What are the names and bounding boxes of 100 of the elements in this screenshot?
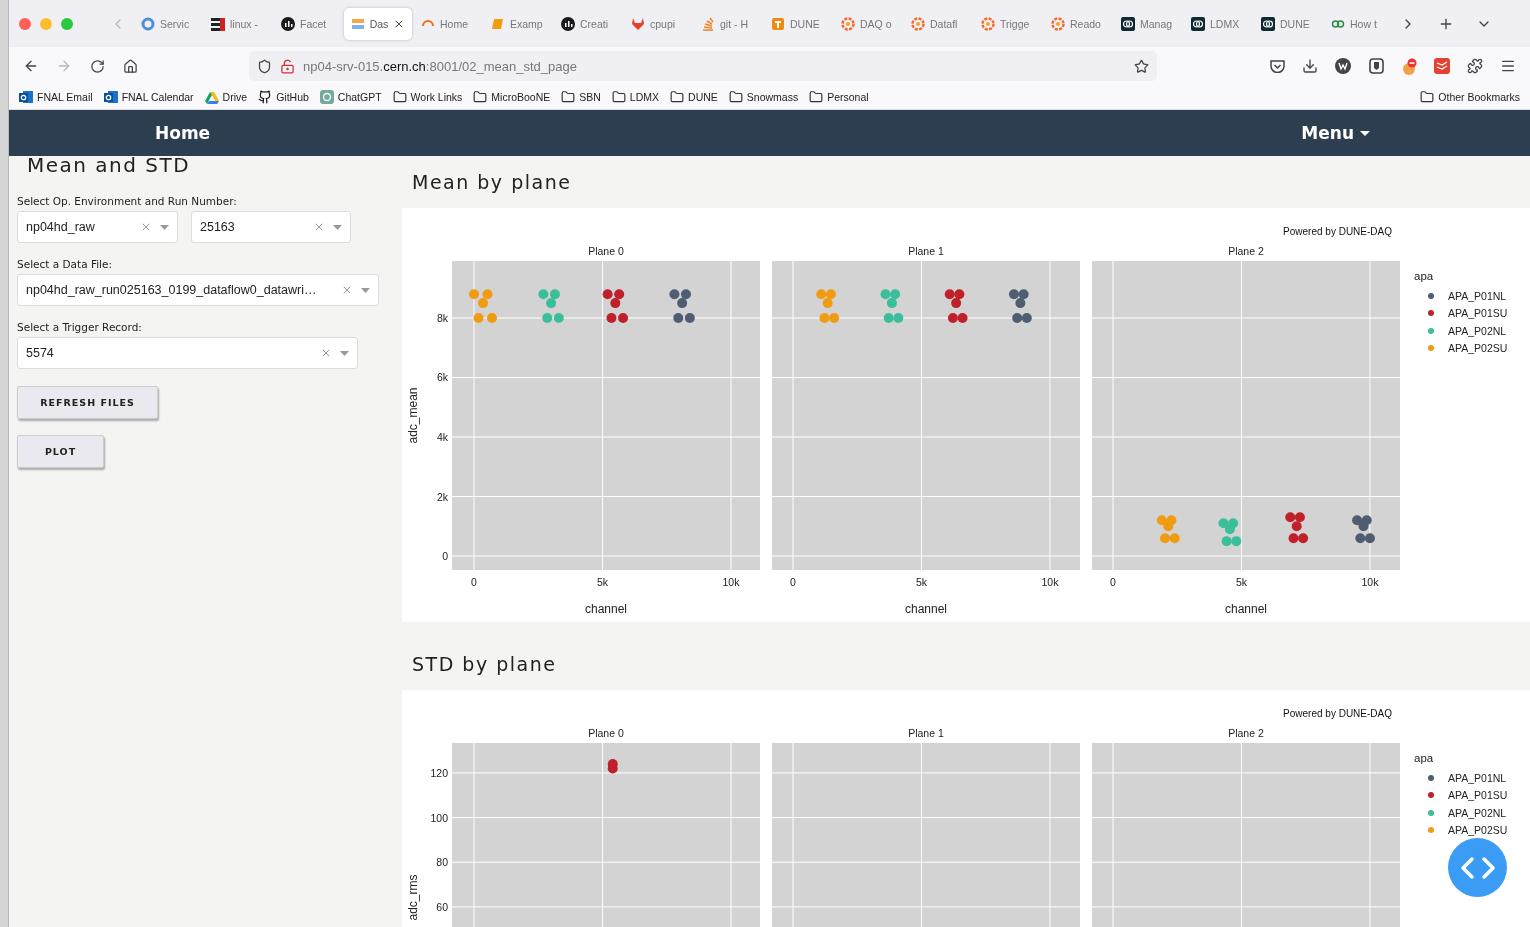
environment-select[interactable]: np04hd_raw	[17, 211, 178, 243]
field-label: Select a Trigger Record:	[17, 321, 143, 333]
browser-tab[interactable]: linux -	[204, 7, 272, 40]
bookmark-link[interactable]: GitHub	[258, 90, 309, 104]
browser-tab[interactable]: DAQ o	[834, 7, 902, 40]
browser-tab[interactable]: LDMX	[1184, 7, 1252, 40]
mail-icon	[103, 90, 118, 104]
puzzle-icon[interactable]	[1467, 58, 1483, 74]
refresh-files-button[interactable]: REFRESH FILES	[17, 386, 158, 419]
close-icon[interactable]	[393, 17, 405, 30]
pocket-icon[interactable]	[1269, 59, 1285, 73]
browser-tab[interactable]: Servic	[134, 7, 202, 40]
reload-icon[interactable]	[89, 58, 105, 74]
legend-label: APA_P01SU	[1448, 307, 1508, 320]
bookmark-link[interactable]: MicroBooNE	[473, 90, 551, 104]
swirl-icon	[1261, 16, 1275, 31]
tick-label: 0	[442, 550, 448, 562]
browser-tab[interactable]: Examp	[484, 7, 552, 40]
tick-label: 5k	[596, 576, 609, 588]
clear-icon[interactable]	[341, 284, 353, 296]
chart-icon	[561, 16, 575, 31]
facet-title: Plane 0	[588, 727, 624, 739]
legend-label: APA_P02NL	[1448, 324, 1507, 337]
browser-tab[interactable]: Home	[414, 7, 482, 40]
browser-tab[interactable]: Creati	[554, 7, 622, 40]
gear-icon	[981, 16, 995, 31]
clear-icon[interactable]	[313, 221, 325, 233]
caret-icon	[1360, 130, 1370, 136]
circle-icon[interactable]	[1335, 58, 1351, 74]
file-select[interactable]: np04hd_raw_run025163_0199_dataflow0_datawri…	[17, 274, 379, 306]
clear-icon[interactable]	[140, 221, 152, 233]
caret-icon[interactable]	[340, 350, 349, 356]
bookmark-link[interactable]: FNAL Email	[19, 90, 93, 104]
axis-title: channel	[585, 602, 627, 615]
run-select[interactable]: 25163	[191, 211, 351, 243]
bookmark-link[interactable]: Work Links	[392, 90, 463, 104]
bookmark-link[interactable]: DUNE	[670, 90, 718, 104]
browser-tab[interactable]: Trigge	[974, 7, 1042, 40]
browser-tab[interactable]: Manag	[1114, 7, 1182, 40]
tick-label: 8k	[436, 312, 448, 324]
folder-icon	[473, 90, 488, 104]
axis-title: channel	[1225, 602, 1267, 615]
shield-icon[interactable]	[257, 58, 272, 74]
gear-icon	[841, 16, 855, 31]
tick-label: 0	[1110, 576, 1116, 588]
bookmark-link[interactable]: LDMX	[611, 90, 660, 104]
browser-tab[interactable]: Datafl	[904, 7, 972, 40]
mail-icon	[19, 90, 33, 104]
tick-label: 80	[436, 856, 448, 869]
browser-tab[interactable]: cpupi	[624, 7, 692, 40]
chart-icon	[281, 16, 295, 31]
star-icon[interactable]	[1134, 58, 1149, 74]
clear-icon[interactable]	[320, 347, 332, 359]
browser-tab[interactable]: git - H	[694, 7, 762, 40]
fox-icon	[631, 16, 645, 31]
address-field[interactable]: np04-srv-015.cern.ch:8001/02_mean_std_page	[249, 51, 1157, 81]
plot-button[interactable]: PLOT	[17, 435, 104, 468]
legend-label: APA_P01NL	[1448, 289, 1507, 302]
bookmark-link[interactable]: FNAL Calendar	[103, 90, 194, 104]
browser-tab[interactable]: Das	[344, 7, 412, 40]
menu-dropdown[interactable]: Menu	[1301, 123, 1370, 143]
gear-icon	[911, 16, 925, 31]
tick-label: 0	[790, 576, 796, 588]
bookmark-link[interactable]: SBN	[561, 90, 601, 104]
credit-text: Powered by DUNE-DAQ	[1282, 708, 1393, 721]
bookmark-link[interactable]: Drive	[204, 90, 248, 104]
bookmark-link[interactable]: Other Bookmarks	[1420, 90, 1520, 104]
folder-icon	[392, 90, 407, 104]
unlocked-icon[interactable]	[280, 58, 295, 74]
bookmark-link[interactable]: ChatGPT	[319, 90, 382, 104]
home-icon[interactable]	[122, 58, 138, 74]
shield-icon[interactable]	[1368, 58, 1384, 74]
axis-title: channel	[905, 602, 947, 615]
home-link[interactable]: Home	[155, 123, 211, 143]
facet-title: Plane 2	[1228, 727, 1264, 739]
github-icon	[258, 90, 273, 104]
tick-label: 4k	[436, 431, 448, 443]
back-icon[interactable]	[23, 58, 39, 74]
page-title: Mean and STD	[26, 156, 192, 179]
browser-tab[interactable]: Facet	[274, 7, 342, 40]
ring-icon	[141, 16, 155, 31]
caret-icon[interactable]	[333, 224, 342, 230]
caret-icon[interactable]	[160, 224, 169, 230]
legend-label: APA_P02SU	[1448, 824, 1508, 837]
tick-label: 10k	[722, 576, 740, 588]
tick-label: 5k	[1235, 576, 1247, 588]
trigger-select[interactable]: 5574	[17, 337, 358, 369]
menu-icon[interactable]	[1500, 58, 1516, 74]
bookmark-link[interactable]: Personal	[809, 90, 869, 104]
tick-label: 6k	[436, 371, 448, 384]
browser-tab[interactable]: DUNE	[764, 7, 832, 40]
browser-tab[interactable]: How t	[1324, 7, 1392, 40]
browser-tab[interactable]: Reado	[1044, 7, 1112, 40]
browser-tab[interactable]: DUNE	[1254, 7, 1322, 40]
download-icon[interactable]	[1302, 58, 1318, 74]
legend-label: APA_P02SU	[1448, 342, 1508, 355]
extension-icon[interactable]	[1400, 57, 1418, 75]
bookmark-link[interactable]: Snowmass	[728, 90, 799, 104]
caret-icon[interactable]	[361, 287, 370, 293]
close-window-button[interactable]	[19, 17, 31, 30]
